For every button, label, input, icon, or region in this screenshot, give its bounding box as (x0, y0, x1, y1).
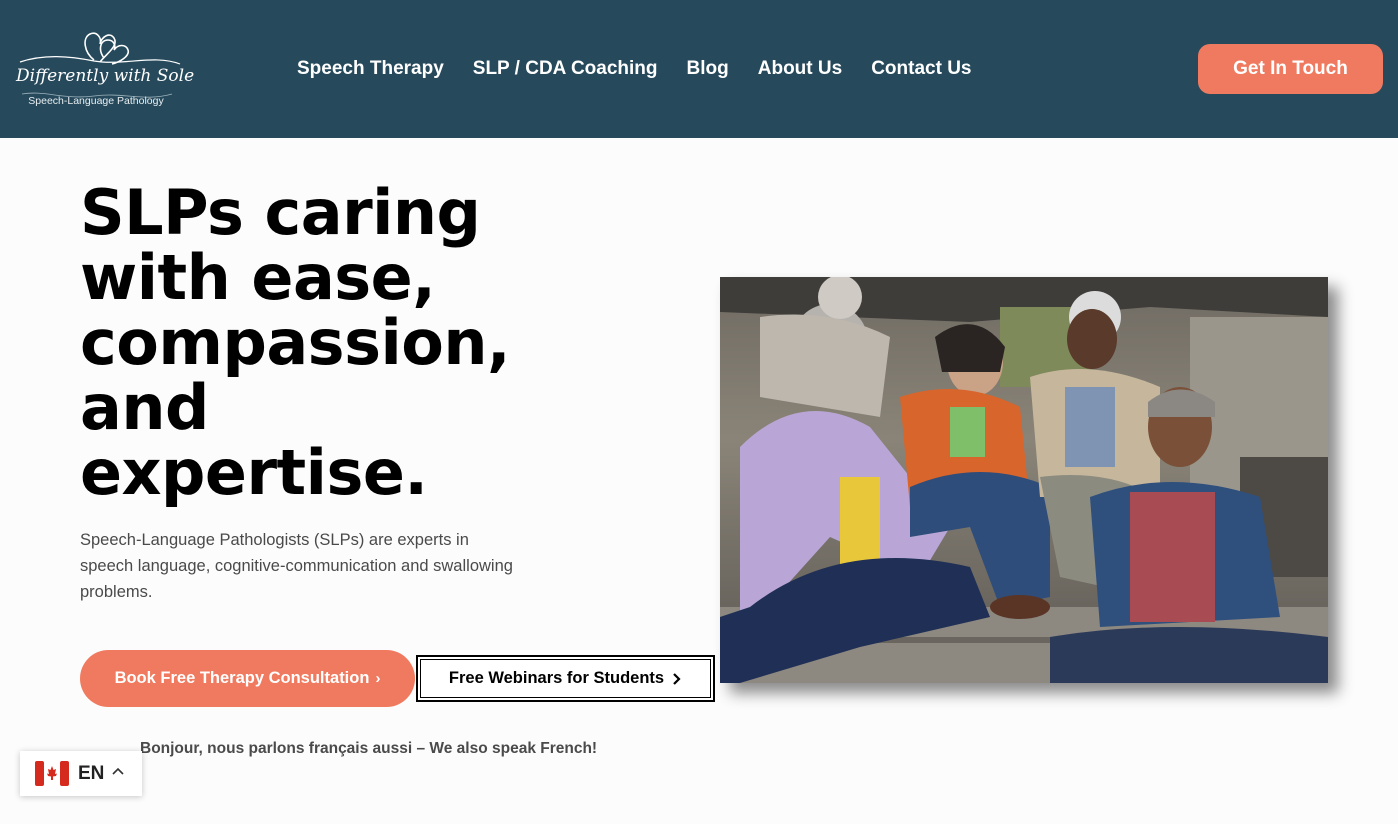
site-header: Differently with Sole Speech-Language Pa… (0, 0, 1398, 138)
hero-title-line: and (80, 371, 209, 444)
hero-title-line: expertise. (80, 436, 428, 509)
hero-title-line: SLPs caring (80, 176, 481, 249)
seniors-group-photo (720, 277, 1328, 683)
language-code: EN (78, 763, 105, 784)
hero-title-line: compassion, (80, 306, 511, 379)
language-switcher[interactable]: EN (20, 751, 142, 796)
logo[interactable]: Differently with Sole Speech-Language Pa… (14, 24, 195, 114)
free-webinars-label: Free Webinars for Students (448, 669, 665, 687)
nav-contact-us[interactable]: Contact Us (871, 57, 971, 81)
book-consultation-button[interactable]: Book Free Therapy Consultation › (80, 650, 415, 707)
nav-slp-cda-coaching[interactable]: SLP / CDA Coaching (473, 57, 658, 81)
nav-about-us[interactable]: About Us (758, 57, 842, 81)
chevron-right-icon: › (375, 670, 381, 687)
nav-speech-therapy[interactable]: Speech Therapy (297, 57, 444, 81)
chevron-up-icon (112, 767, 124, 775)
get-in-touch-button[interactable]: Get In Touch (1198, 44, 1383, 94)
canada-flag-icon (35, 761, 69, 786)
hero-photo (720, 277, 1328, 683)
french-note: Bonjour, nous parlons français aussi – W… (140, 740, 598, 757)
main-nav: Speech Therapy SLP / CDA Coaching Blog A… (297, 57, 971, 81)
free-webinars-button[interactable]: Free Webinars for Students (416, 655, 715, 702)
logo-wordmark: Differently with Sole (16, 66, 195, 86)
book-consultation-label: Book Free Therapy Consultation (114, 669, 370, 687)
hero-description: Speech-Language Pathologists (SLPs) are … (80, 531, 513, 601)
hero-title: SLPs caring with ease, compassion, and e… (80, 180, 600, 505)
logo-tagline: Speech-Language Pathology (28, 95, 164, 107)
nav-blog[interactable]: Blog (687, 57, 729, 81)
hero-title-line: with ease, (80, 241, 436, 314)
chevron-right-icon (673, 672, 681, 685)
